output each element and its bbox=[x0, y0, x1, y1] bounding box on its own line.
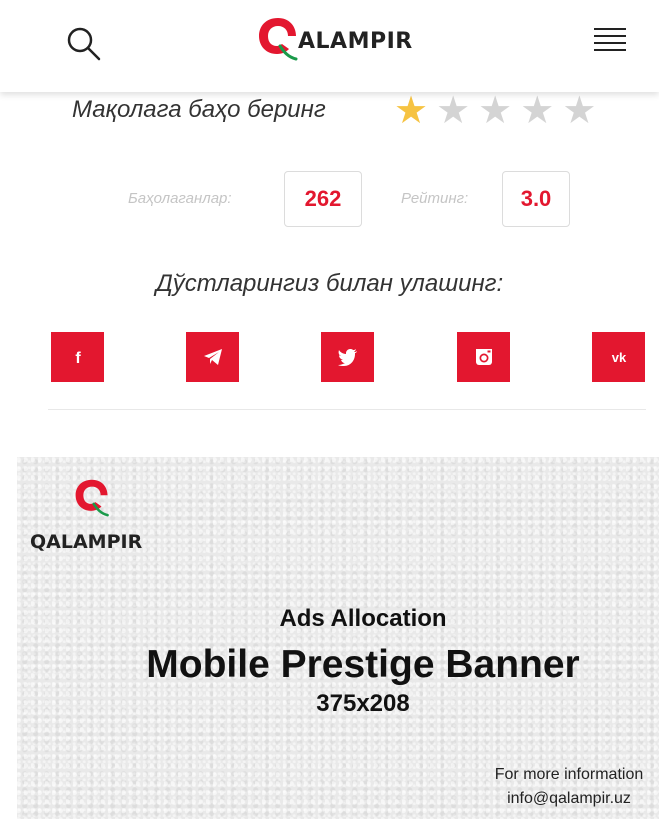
site-logo[interactable]: ALAMPIR bbox=[256, 12, 413, 64]
telegram-icon bbox=[203, 349, 222, 365]
menu-button[interactable] bbox=[594, 28, 626, 60]
star-1-icon[interactable]: ★ bbox=[394, 92, 428, 130]
share-facebook-button[interactable]: f bbox=[51, 332, 104, 382]
twitter-icon bbox=[337, 348, 357, 366]
vk-icon: vk bbox=[611, 350, 626, 364]
rating-prompt: Мақолага баҳо беринг bbox=[72, 96, 326, 123]
star-2-icon[interactable]: ★ bbox=[436, 92, 470, 130]
banner-info-line: For more information bbox=[494, 766, 644, 783]
share-instagram-button[interactable] bbox=[457, 332, 510, 382]
star-rating[interactable]: ★ ★ ★ ★ ★ bbox=[394, 92, 596, 130]
logo-text: ALAMPIR bbox=[298, 28, 413, 54]
banner-contact: For more information info@qalampir.uz bbox=[479, 763, 659, 811]
star-3-icon[interactable]: ★ bbox=[478, 92, 512, 130]
facebook-icon: f bbox=[75, 350, 81, 366]
banner-size: 375x208 bbox=[316, 690, 410, 717]
rating-label: Рейтинг: bbox=[401, 190, 469, 207]
share-vk-button[interactable]: vk bbox=[592, 332, 645, 382]
banner-logo-text: QALAMPIR bbox=[30, 531, 143, 553]
search-button[interactable] bbox=[64, 24, 104, 64]
raters-label: Баҳолаганлар: bbox=[128, 190, 232, 207]
banner-ads-label: Ads Allocation bbox=[279, 605, 447, 632]
search-icon bbox=[67, 27, 101, 61]
rating-prompt-row: Мақолага баҳо беринг bbox=[72, 90, 326, 130]
share-telegram-button[interactable] bbox=[186, 332, 239, 382]
qalampir-logo-icon bbox=[259, 18, 298, 61]
star-5-icon[interactable]: ★ bbox=[562, 92, 596, 130]
banner-title: Mobile Prestige Banner bbox=[146, 643, 580, 686]
raters-count: 262 bbox=[284, 171, 362, 227]
divider bbox=[48, 409, 646, 410]
header-bar: ALAMPIR bbox=[0, 0, 659, 92]
star-4-icon[interactable]: ★ bbox=[520, 92, 554, 130]
instagram-icon bbox=[475, 349, 492, 365]
qalampir-logo-icon bbox=[75, 479, 109, 517]
share-twitter-button[interactable] bbox=[321, 332, 374, 382]
svg-text:vk: vk bbox=[611, 350, 626, 364]
banner-email: info@qalampir.uz bbox=[507, 790, 631, 807]
share-title: Дўстларингиз билан улашинг: bbox=[155, 270, 504, 297]
hamburger-menu-icon bbox=[594, 28, 626, 51]
rating-value: 3.0 bbox=[502, 171, 570, 227]
ad-banner[interactable]: QALAMPIR Ads Allocation Mobile Prestige … bbox=[17, 457, 659, 819]
svg-text:f: f bbox=[75, 350, 81, 366]
